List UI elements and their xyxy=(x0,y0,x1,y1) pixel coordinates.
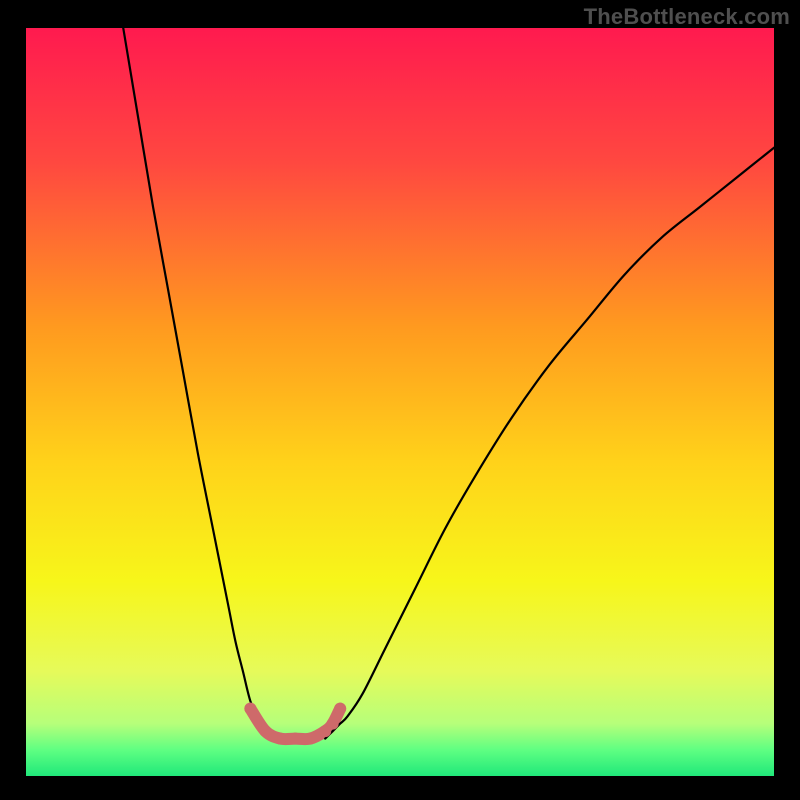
chart-background xyxy=(26,28,774,776)
series-dot-optimal-band-dots xyxy=(259,725,271,737)
watermark-text: TheBottleneck.com xyxy=(584,4,790,30)
series-dot-optimal-band-dots xyxy=(304,733,316,745)
chart-svg xyxy=(26,28,774,776)
series-dot-optimal-band-dots xyxy=(244,703,256,715)
chart-frame: TheBottleneck.com xyxy=(0,0,800,800)
series-dot-optimal-band-dots xyxy=(289,733,301,745)
series-dot-optimal-band-dots xyxy=(327,718,339,730)
plot-area xyxy=(26,28,774,776)
series-dot-optimal-band-dots xyxy=(274,733,286,745)
series-dot-optimal-band-dots xyxy=(334,703,346,715)
